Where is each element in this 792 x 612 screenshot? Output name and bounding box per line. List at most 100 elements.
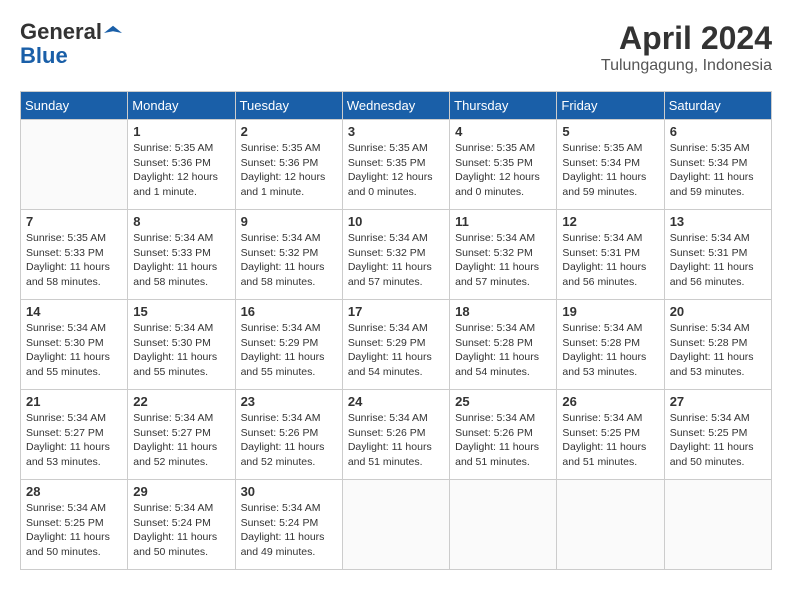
calendar-cell: 20 Sunrise: 5:34 AMSunset: 5:28 PMDayligh… (664, 300, 771, 390)
day-info: Sunrise: 5:34 AMSunset: 5:26 PMDaylight:… (241, 411, 337, 470)
day-info: Sunrise: 5:34 AMSunset: 5:24 PMDaylight:… (241, 501, 337, 560)
day-number: 29 (133, 484, 229, 499)
calendar-cell: 9 Sunrise: 5:34 AMSunset: 5:32 PMDaylight… (235, 210, 342, 300)
day-number: 10 (348, 214, 444, 229)
day-info: Sunrise: 5:34 AMSunset: 5:25 PMDaylight:… (670, 411, 766, 470)
day-number: 24 (348, 394, 444, 409)
day-info: Sunrise: 5:35 AMSunset: 5:35 PMDaylight:… (348, 141, 444, 200)
calendar-week-row: 21 Sunrise: 5:34 AMSunset: 5:27 PMDayligh… (21, 390, 772, 480)
day-info: Sunrise: 5:34 AMSunset: 5:33 PMDaylight:… (133, 231, 229, 290)
day-number: 28 (26, 484, 122, 499)
calendar-cell: 13Sunrise: 5:34 AMSunset: 5:31 PMDayligh… (664, 210, 771, 300)
calendar-header-row: SundayMondayTuesdayWednesdayThursdayFrid… (21, 92, 772, 120)
logo-text: General Blue (20, 20, 122, 68)
day-header-thursday: Thursday (450, 92, 557, 120)
location: Tulungagung, Indonesia (601, 57, 772, 75)
logo-blue: Blue (20, 44, 122, 68)
day-number: 20 (670, 304, 766, 319)
day-number: 16 (241, 304, 337, 319)
day-number: 30 (241, 484, 337, 499)
day-info: Sunrise: 5:34 AMSunset: 5:30 PMDaylight:… (133, 321, 229, 380)
day-info: Sunrise: 5:34 AMSunset: 5:32 PMDaylight:… (348, 231, 444, 290)
day-info: Sunrise: 5:35 AMSunset: 5:34 PMDaylight:… (670, 141, 766, 200)
calendar-week-row: 7 Sunrise: 5:35 AMSunset: 5:33 PMDaylight… (21, 210, 772, 300)
day-number: 15 (133, 304, 229, 319)
day-number: 1 (133, 124, 229, 139)
day-info: Sunrise: 5:34 AMSunset: 5:28 PMDaylight:… (670, 321, 766, 380)
month-year: April 2024 (601, 20, 772, 57)
calendar-cell: 14Sunrise: 5:34 AMSunset: 5:30 PMDayligh… (21, 300, 128, 390)
day-header-friday: Friday (557, 92, 664, 120)
day-info: Sunrise: 5:34 AMSunset: 5:32 PMDaylight:… (241, 231, 337, 290)
day-info: Sunrise: 5:34 AMSunset: 5:25 PMDaylight:… (562, 411, 658, 470)
day-info: Sunrise: 5:34 AMSunset: 5:29 PMDaylight:… (241, 321, 337, 380)
calendar-cell: 2 Sunrise: 5:35 AMSunset: 5:36 PMDaylight… (235, 120, 342, 210)
day-info: Sunrise: 5:34 AMSunset: 5:26 PMDaylight:… (348, 411, 444, 470)
calendar-cell: 3Sunrise: 5:35 AMSunset: 5:35 PMDaylight… (342, 120, 449, 210)
calendar-cell: 22Sunrise: 5:34 AMSunset: 5:27 PMDayligh… (128, 390, 235, 480)
calendar-cell: 6Sunrise: 5:35 AMSunset: 5:34 PMDaylight… (664, 120, 771, 210)
logo-general: General (20, 20, 102, 44)
day-info: Sunrise: 5:34 AMSunset: 5:32 PMDaylight:… (455, 231, 551, 290)
calendar-cell: 15 Sunrise: 5:34 AMSunset: 5:30 PMDayligh… (128, 300, 235, 390)
day-header-tuesday: Tuesday (235, 92, 342, 120)
day-info: Sunrise: 5:34 AMSunset: 5:29 PMDaylight:… (348, 321, 444, 380)
day-info: Sunrise: 5:34 AMSunset: 5:28 PMDaylight:… (455, 321, 551, 380)
calendar-cell (342, 480, 449, 570)
day-number: 8 (133, 214, 229, 229)
day-info: Sunrise: 5:35 AMSunset: 5:33 PMDaylight:… (26, 231, 122, 290)
day-info: Sunrise: 5:34 AMSunset: 5:27 PMDaylight:… (26, 411, 122, 470)
calendar-week-row: 14Sunrise: 5:34 AMSunset: 5:30 PMDayligh… (21, 300, 772, 390)
calendar-cell: 8 Sunrise: 5:34 AMSunset: 5:33 PMDaylight… (128, 210, 235, 300)
calendar-cell: 10 Sunrise: 5:34 AMSunset: 5:32 PMDayligh… (342, 210, 449, 300)
calendar-table: SundayMondayTuesdayWednesdayThursdayFrid… (20, 91, 772, 570)
day-number: 23 (241, 394, 337, 409)
calendar-week-row: 28Sunrise: 5:34 AMSunset: 5:25 PMDayligh… (21, 480, 772, 570)
day-number: 26 (562, 394, 658, 409)
calendar-week-row: 1 Sunrise: 5:35 AMSunset: 5:36 PMDaylight… (21, 120, 772, 210)
day-info: Sunrise: 5:35 AMSunset: 5:34 PMDaylight:… (562, 141, 658, 200)
day-number: 11 (455, 214, 551, 229)
calendar-cell: 4 Sunrise: 5:35 AMSunset: 5:35 PMDaylight… (450, 120, 557, 210)
day-number: 5 (562, 124, 658, 139)
calendar-cell: 17 Sunrise: 5:34 AMSunset: 5:29 PMDayligh… (342, 300, 449, 390)
calendar-cell: 5 Sunrise: 5:35 AMSunset: 5:34 PMDaylight… (557, 120, 664, 210)
calendar-cell: 7 Sunrise: 5:35 AMSunset: 5:33 PMDaylight… (21, 210, 128, 300)
calendar-cell: 27 Sunrise: 5:34 AMSunset: 5:25 PMDayligh… (664, 390, 771, 480)
day-header-sunday: Sunday (21, 92, 128, 120)
calendar-cell: 21 Sunrise: 5:34 AMSunset: 5:27 PMDayligh… (21, 390, 128, 480)
calendar-cell (664, 480, 771, 570)
day-info: Sunrise: 5:34 AMSunset: 5:31 PMDaylight:… (670, 231, 766, 290)
calendar-cell: 16 Sunrise: 5:34 AMSunset: 5:29 PMDayligh… (235, 300, 342, 390)
day-info: Sunrise: 5:34 AMSunset: 5:28 PMDaylight:… (562, 321, 658, 380)
calendar-cell: 1Sunrise: 5:35 AMSunset: 5:36 PMDaylight… (128, 120, 235, 210)
day-number: 4 (455, 124, 551, 139)
day-info: Sunrise: 5:35 AMSunset: 5:35 PMDaylight:… (455, 141, 551, 200)
day-number: 2 (241, 124, 337, 139)
day-number: 19 (562, 304, 658, 319)
calendar-cell: 24 Sunrise: 5:34 AMSunset: 5:26 PMDayligh… (342, 390, 449, 480)
calendar-cell (557, 480, 664, 570)
calendar-cell: 25Sunrise: 5:34 AMSunset: 5:26 PMDayligh… (450, 390, 557, 480)
day-info: Sunrise: 5:34 AMSunset: 5:31 PMDaylight:… (562, 231, 658, 290)
logo: General Blue (20, 20, 122, 68)
day-number: 25 (455, 394, 551, 409)
calendar-cell: 23 Sunrise: 5:34 AMSunset: 5:26 PMDayligh… (235, 390, 342, 480)
day-number: 18 (455, 304, 551, 319)
day-number: 9 (241, 214, 337, 229)
calendar-cell: 12Sunrise: 5:34 AMSunset: 5:31 PMDayligh… (557, 210, 664, 300)
calendar-cell: 30 Sunrise: 5:34 AMSunset: 5:24 PMDayligh… (235, 480, 342, 570)
day-number: 7 (26, 214, 122, 229)
calendar-cell: 26 Sunrise: 5:34 AMSunset: 5:25 PMDayligh… (557, 390, 664, 480)
day-info: Sunrise: 5:34 AMSunset: 5:24 PMDaylight:… (133, 501, 229, 560)
day-info: Sunrise: 5:35 AMSunset: 5:36 PMDaylight:… (241, 141, 337, 200)
day-number: 22 (133, 394, 229, 409)
day-header-saturday: Saturday (664, 92, 771, 120)
calendar-cell (21, 120, 128, 210)
day-number: 21 (26, 394, 122, 409)
day-header-wednesday: Wednesday (342, 92, 449, 120)
day-number: 17 (348, 304, 444, 319)
day-number: 27 (670, 394, 766, 409)
logo-bird-icon (104, 24, 122, 42)
calendar-cell (450, 480, 557, 570)
